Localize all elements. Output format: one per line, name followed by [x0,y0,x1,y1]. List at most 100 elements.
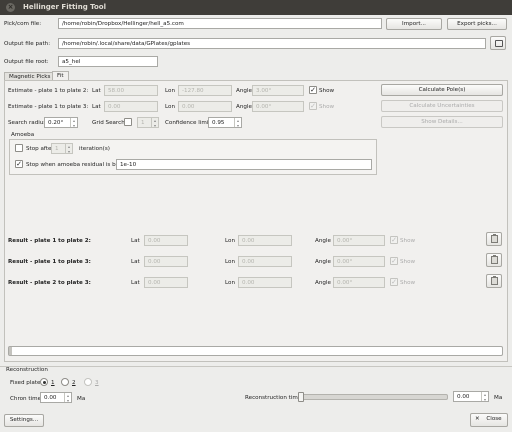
stop-after-checkbox[interactable] [15,144,23,152]
import-button[interactable]: Import... [386,18,442,30]
estimate-12-label: Estimate - plate 1 to plate 2: [8,88,89,94]
clipboard-icon [491,255,498,264]
estimate-13-show-label: Show [319,104,335,110]
estimate-13-angle-input[interactable]: 0.00° [252,101,304,112]
reconstruction-time-value: 0.00 [457,394,470,400]
search-radius-value: 0.20° [48,120,64,126]
fixed-plate-2-radio[interactable] [61,378,69,386]
spin-arrows-icon[interactable]: ▴ ▾ [64,393,71,402]
result-23-angle-label: Angle [315,280,331,286]
estimate-12-lon-label: Lon [165,88,175,94]
close-button[interactable]: ✕ Close [470,413,508,427]
clipboard-icon [491,234,498,243]
estimate-12-angle-label: Angle [236,88,252,94]
result-23-lat-label: Lat [131,280,140,286]
estimate-12-lon-input[interactable]: -127.80 [178,85,232,96]
show-details-button[interactable]: Show Details... [381,116,503,128]
result-13-angle-label: Angle [315,259,331,265]
stop-residual-checkbox[interactable]: ✓ [15,160,23,168]
window-title: Hellinger Fitting Tool [23,3,107,11]
result-12-lon-label: Lon [225,238,235,244]
output-path-input[interactable]: /home/robin/.local/share/data/GPlates/gp… [58,38,486,49]
spin-arrows-icon[interactable]: ▴ ▾ [481,392,488,401]
pickcom-file-input[interactable]: /home/robin/Dropbox/Hellinger/hell_a5.co… [58,18,382,29]
result-23-copy-button[interactable] [486,274,502,288]
result-23-lat-field: 0.00 [144,277,188,288]
reconstruction-time-spinbox[interactable]: 0.00 ▴ ▾ [453,391,489,402]
spin-arrows-icon[interactable]: ▴ ▾ [234,118,241,127]
grid-search-label: Grid Search [92,120,125,126]
result-12-angle-label: Angle [315,238,331,244]
fixed-plate-3-radio[interactable] [84,378,92,386]
calculate-uncertainties-button[interactable]: Calculate Uncertainties [381,100,503,112]
export-picks-button[interactable]: Export picks... [447,18,507,30]
spin-arrows-icon[interactable]: ▴ ▾ [65,144,72,153]
result-23-show-label: Show [400,280,416,286]
result-23-label: Result - plate 2 to plate 3: [8,280,91,286]
fixed-plate-3-label: 3 [95,380,99,386]
window-close-icon[interactable]: × [6,3,15,12]
pickcom-label: Pick/com file: [4,21,42,27]
estimate-12-angle-input[interactable]: 3.00° [252,85,304,96]
result-23-show-checkbox[interactable]: ✓ [390,278,398,286]
amoeba-group-title: Amoeba [11,132,35,138]
result-12-show-label: Show [400,238,416,244]
result-12-label: Result - plate 1 to plate 2: [8,238,91,244]
estimate-13-label: Estimate - plate 1 to plate 3: [8,104,89,110]
output-root-label: Output file root: [4,59,49,65]
confidence-limit-label: Confidence limit [165,120,211,126]
estimate-13-lat-input[interactable]: 0.00 [104,101,158,112]
estimate-12-show-checkbox[interactable]: ✓ [309,86,317,94]
stop-after-spinbox[interactable]: 1 ▴ ▾ [51,143,73,154]
result-23-lon-field: 0.00 [238,277,292,288]
fit-progress-bar [8,346,503,356]
estimate-13-angle-label: Angle [236,104,252,110]
estimate-13-show-checkbox[interactable]: ✓ [309,102,317,110]
residual-input[interactable]: 1e-10 [116,159,372,170]
spin-arrows-icon[interactable]: ▴ ▾ [70,118,77,127]
chron-ma-label: Ma [77,396,86,402]
result-13-angle-field: 0.00° [333,256,385,267]
calculate-poles-button[interactable]: Calculate Pole(s) [381,84,503,96]
result-13-label: Result - plate 1 to plate 3: [8,259,91,265]
fixed-plate-1-label: 1 [51,380,55,386]
fixed-plate-2-label: 2 [72,380,76,386]
estimate-12-lat-input[interactable]: 58.00 [104,85,158,96]
confidence-limit-spinbox[interactable]: 0.95 ▴ ▾ [208,117,242,128]
fixed-plate-label: Fixed plate [10,380,41,386]
result-12-copy-button[interactable] [486,232,502,246]
result-23-angle-field: 0.00° [333,277,385,288]
result-13-lat-label: Lat [131,259,140,265]
grid-search-spinbox[interactable]: 1 ▴ ▾ [137,117,159,128]
fixed-plate-1-radio[interactable] [40,378,48,386]
result-12-lon-field: 0.00 [238,235,292,246]
stop-after-label: Stop after [26,146,54,152]
estimate-12-show-label: Show [319,88,335,94]
reconstruction-title: Reconstruction [6,367,48,373]
result-13-copy-button[interactable] [486,253,502,267]
estimate-13-lon-input[interactable]: 0.00 [178,101,232,112]
estimate-12-lat-label: Lat [92,88,101,94]
result-12-lat-label: Lat [131,238,140,244]
close-x-icon: ✕ [475,416,480,422]
search-radius-spinbox[interactable]: 0.20° ▴ ▾ [44,117,78,128]
folder-icon [495,40,503,47]
result-12-show-checkbox[interactable]: ✓ [390,236,398,244]
chron-time-label: Chron time [10,396,42,402]
slider-handle[interactable] [298,392,304,402]
grid-search-checkbox[interactable] [124,118,132,126]
stop-after-value: 1 [55,146,59,152]
reconstruction-time-slider[interactable] [298,392,448,402]
result-13-lat-field: 0.00 [144,256,188,267]
search-radius-label: Search radius [8,120,47,126]
stop-residual-label: Stop when amoeba residual is below [26,162,129,168]
result-12-lat-field: 0.00 [144,235,188,246]
settings-button[interactable]: Settings... [4,414,44,427]
browse-folder-button[interactable] [490,36,506,50]
recon-ma-label: Ma [494,395,503,401]
spin-arrows-icon[interactable]: ▴ ▾ [151,118,158,127]
output-path-label: Output file path: [4,41,51,47]
chron-time-spinbox[interactable]: 0.00 ▴ ▾ [40,392,72,403]
result-13-show-checkbox[interactable]: ✓ [390,257,398,265]
output-root-input[interactable]: a5_hel [58,56,158,67]
